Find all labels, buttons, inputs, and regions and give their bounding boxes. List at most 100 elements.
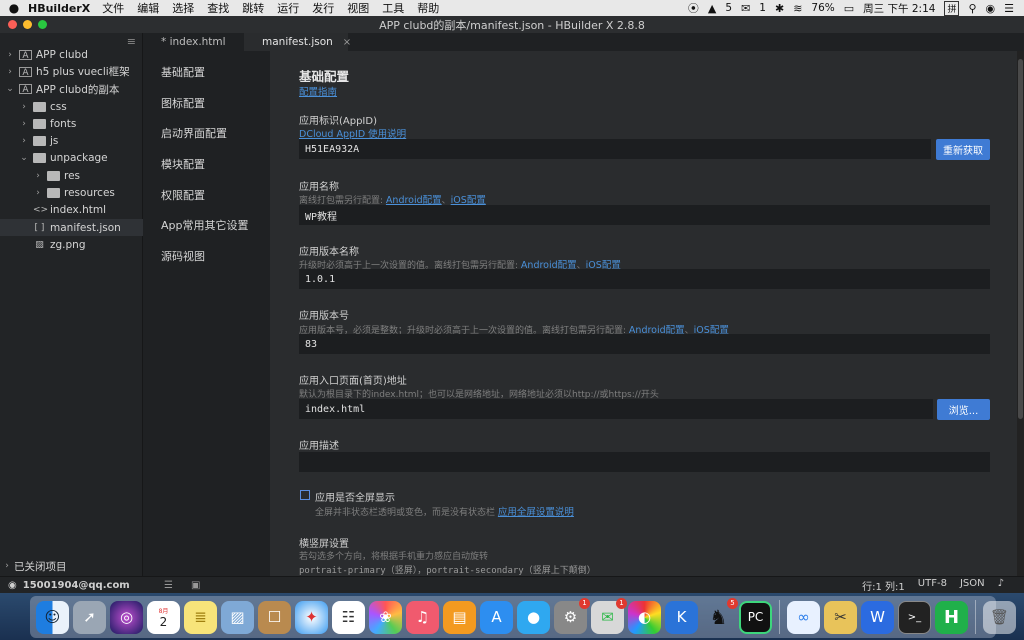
tab-manifest-json[interactable]: manifest.json × [244, 33, 351, 51]
clock[interactable]: 周三 下午 2:14 [863, 1, 935, 16]
notes-icon[interactable]: ≣ [184, 600, 217, 634]
chevron-right-icon[interactable]: › [5, 50, 15, 60]
music-icon[interactable]: ♫ [406, 600, 439, 634]
reminders-icon[interactable]: ☷ [332, 600, 365, 634]
tree-item[interactable]: ⌄ unpackage [0, 150, 143, 167]
nav-source-view[interactable]: 源码视图 [143, 241, 270, 272]
user-account[interactable]: ◉ 15001904@qq.com [0, 580, 160, 591]
siri-icon[interactable]: ◉ [986, 2, 996, 15]
keynote-icon[interactable]: K [665, 600, 698, 634]
outline-icon[interactable]: ☰ [164, 580, 173, 591]
config-guide-link[interactable]: 配置指南 [299, 84, 337, 98]
encoding[interactable]: UTF-8 [918, 578, 947, 593]
tree-item[interactable]: › res [0, 167, 143, 184]
close-window-button[interactable] [8, 20, 17, 29]
color-picker-icon[interactable]: ◐ [628, 600, 661, 634]
cursor-position[interactable]: 行:1 列:1 [862, 578, 905, 593]
menu-extra-icon[interactable]: ⦿ [688, 0, 699, 16]
fullscreen-help-link[interactable]: 应用全屏设置说明 [498, 507, 574, 518]
tree-item[interactable]: <> index.html [0, 202, 143, 219]
tree-item[interactable]: › css [0, 98, 143, 115]
input-method-icon[interactable]: 拼 [944, 0, 960, 16]
messages-icon[interactable]: ● [517, 600, 550, 634]
hbuilderx-icon[interactable]: H [935, 600, 968, 634]
photos-icon[interactable]: ❀ [369, 600, 402, 634]
chevron-down-icon[interactable]: ⌄ [19, 153, 29, 163]
calendar-icon[interactable]: 8月 2 [147, 600, 180, 634]
books-icon[interactable]: ▤ [443, 600, 476, 634]
menu-run[interactable]: 运行 [277, 0, 299, 16]
preview-icon[interactable]: ▨ [221, 600, 254, 634]
menu-app-name[interactable]: HBuilderX [28, 2, 90, 15]
wechat-status-icon[interactable]: ✉ [741, 2, 750, 15]
apple-menu-icon[interactable]: ● [0, 1, 28, 15]
battery-icon[interactable]: ▭ [844, 2, 854, 15]
contacts-icon[interactable]: ☐ [258, 600, 291, 634]
close-tab-icon[interactable]: × [343, 37, 351, 48]
nav-module-config[interactable]: 模块配置 [143, 149, 270, 180]
nav-splash-config[interactable]: 启动界面配置 [143, 118, 270, 149]
chevron-right-icon[interactable]: › [33, 171, 43, 181]
appname-field[interactable]: WP教程 [299, 205, 990, 225]
regenerate-appid-button[interactable]: 重新获取 [936, 139, 990, 160]
menu-view[interactable]: 视图 [347, 0, 369, 16]
notification-center-icon[interactable]: ☰ [1004, 2, 1014, 15]
wechat-icon[interactable]: ✉ 1 [591, 597, 627, 634]
menu-help[interactable]: 帮助 [417, 0, 439, 16]
fullscreen-label[interactable]: 应用是否全屏显示 [315, 489, 395, 504]
terminal-icon[interactable]: >_ [898, 600, 931, 634]
siri-icon[interactable]: ◎ [110, 600, 143, 634]
nav-permission-config[interactable]: 权限配置 [143, 179, 270, 210]
qq-status-icon[interactable]: ▲ [708, 2, 716, 15]
version-code-field[interactable]: 83 [299, 334, 990, 354]
editor-scrollbar[interactable] [1017, 51, 1024, 576]
notification-bell-icon[interactable]: ♪ [998, 578, 1004, 593]
description-field[interactable] [299, 452, 990, 472]
zoom-window-button[interactable] [38, 20, 47, 29]
menu-edit[interactable]: 编辑 [137, 0, 159, 16]
menu-goto[interactable]: 跳转 [242, 0, 264, 16]
scrollbar-thumb[interactable] [1018, 59, 1023, 419]
orientation-options[interactable]: portrait-primary（竖屏），portrait-secondary（… [299, 563, 596, 576]
fullscreen-checkbox[interactable] [300, 490, 310, 500]
pycharm-icon[interactable]: PC [739, 600, 772, 634]
menu-find[interactable]: 查找 [207, 0, 229, 16]
version-name-field[interactable]: 1.0.1 [299, 269, 990, 289]
chevron-right-icon[interactable]: › [33, 188, 43, 198]
app-store-icon[interactable]: A [480, 600, 513, 634]
launchpad-icon[interactable]: ➚ [73, 600, 106, 634]
menu-tools[interactable]: 工具 [382, 0, 404, 16]
chevron-right-icon[interactable]: › [19, 119, 29, 129]
bluetooth-icon[interactable]: ✱ [775, 2, 784, 15]
trash-icon[interactable]: 🗑 [983, 600, 1016, 634]
spotlight-icon[interactable]: ⚲ [968, 2, 976, 15]
system-preferences-icon[interactable]: ⚙ 1 [554, 597, 590, 634]
tree-item[interactable]: › A APP clubd [0, 46, 143, 63]
language-mode[interactable]: JSON [960, 578, 985, 593]
entry-page-field[interactable]: index.html [299, 399, 933, 419]
menu-file[interactable]: 文件 [102, 0, 124, 16]
tree-item[interactable]: › resources [0, 184, 143, 201]
nav-app-other-settings[interactable]: App常用其它设置 [143, 210, 270, 241]
tree-item[interactable]: [ ] manifest.json [0, 218, 143, 237]
tree-item[interactable]: › fonts [0, 115, 143, 132]
appid-help-link[interactable]: DCloud AppID 使用说明 [299, 126, 406, 140]
archive-utility-icon[interactable]: ✂ [824, 600, 857, 634]
finder-icon[interactable]: ☺ [36, 600, 69, 634]
safari-icon[interactable]: ✦ [295, 600, 328, 634]
chevron-right-icon[interactable]: › [5, 67, 15, 77]
nav-basic-config[interactable]: 基础配置 [143, 57, 270, 88]
baidu-netdisk-icon[interactable]: ∞ [787, 600, 820, 634]
chevron-right-icon[interactable]: › [19, 102, 29, 112]
tree-item[interactable]: ▨ zg.png [0, 236, 143, 253]
chevron-right-icon[interactable]: › [19, 136, 29, 146]
menu-publish[interactable]: 发行 [312, 0, 334, 16]
tree-item[interactable]: › Ah5 plus vuecli框架 [0, 63, 143, 80]
appid-field[interactable]: H51EA932A [299, 139, 931, 159]
browse-button[interactable]: 浏览... [937, 399, 990, 420]
closed-projects[interactable]: › 已关闭项目 [0, 557, 143, 575]
wifi-icon[interactable]: ≋ [793, 2, 802, 15]
wps-icon[interactable]: W [861, 600, 894, 634]
chevron-down-icon[interactable]: ⌄ [5, 84, 15, 94]
tab-index-html[interactable]: * index.html [143, 33, 244, 51]
